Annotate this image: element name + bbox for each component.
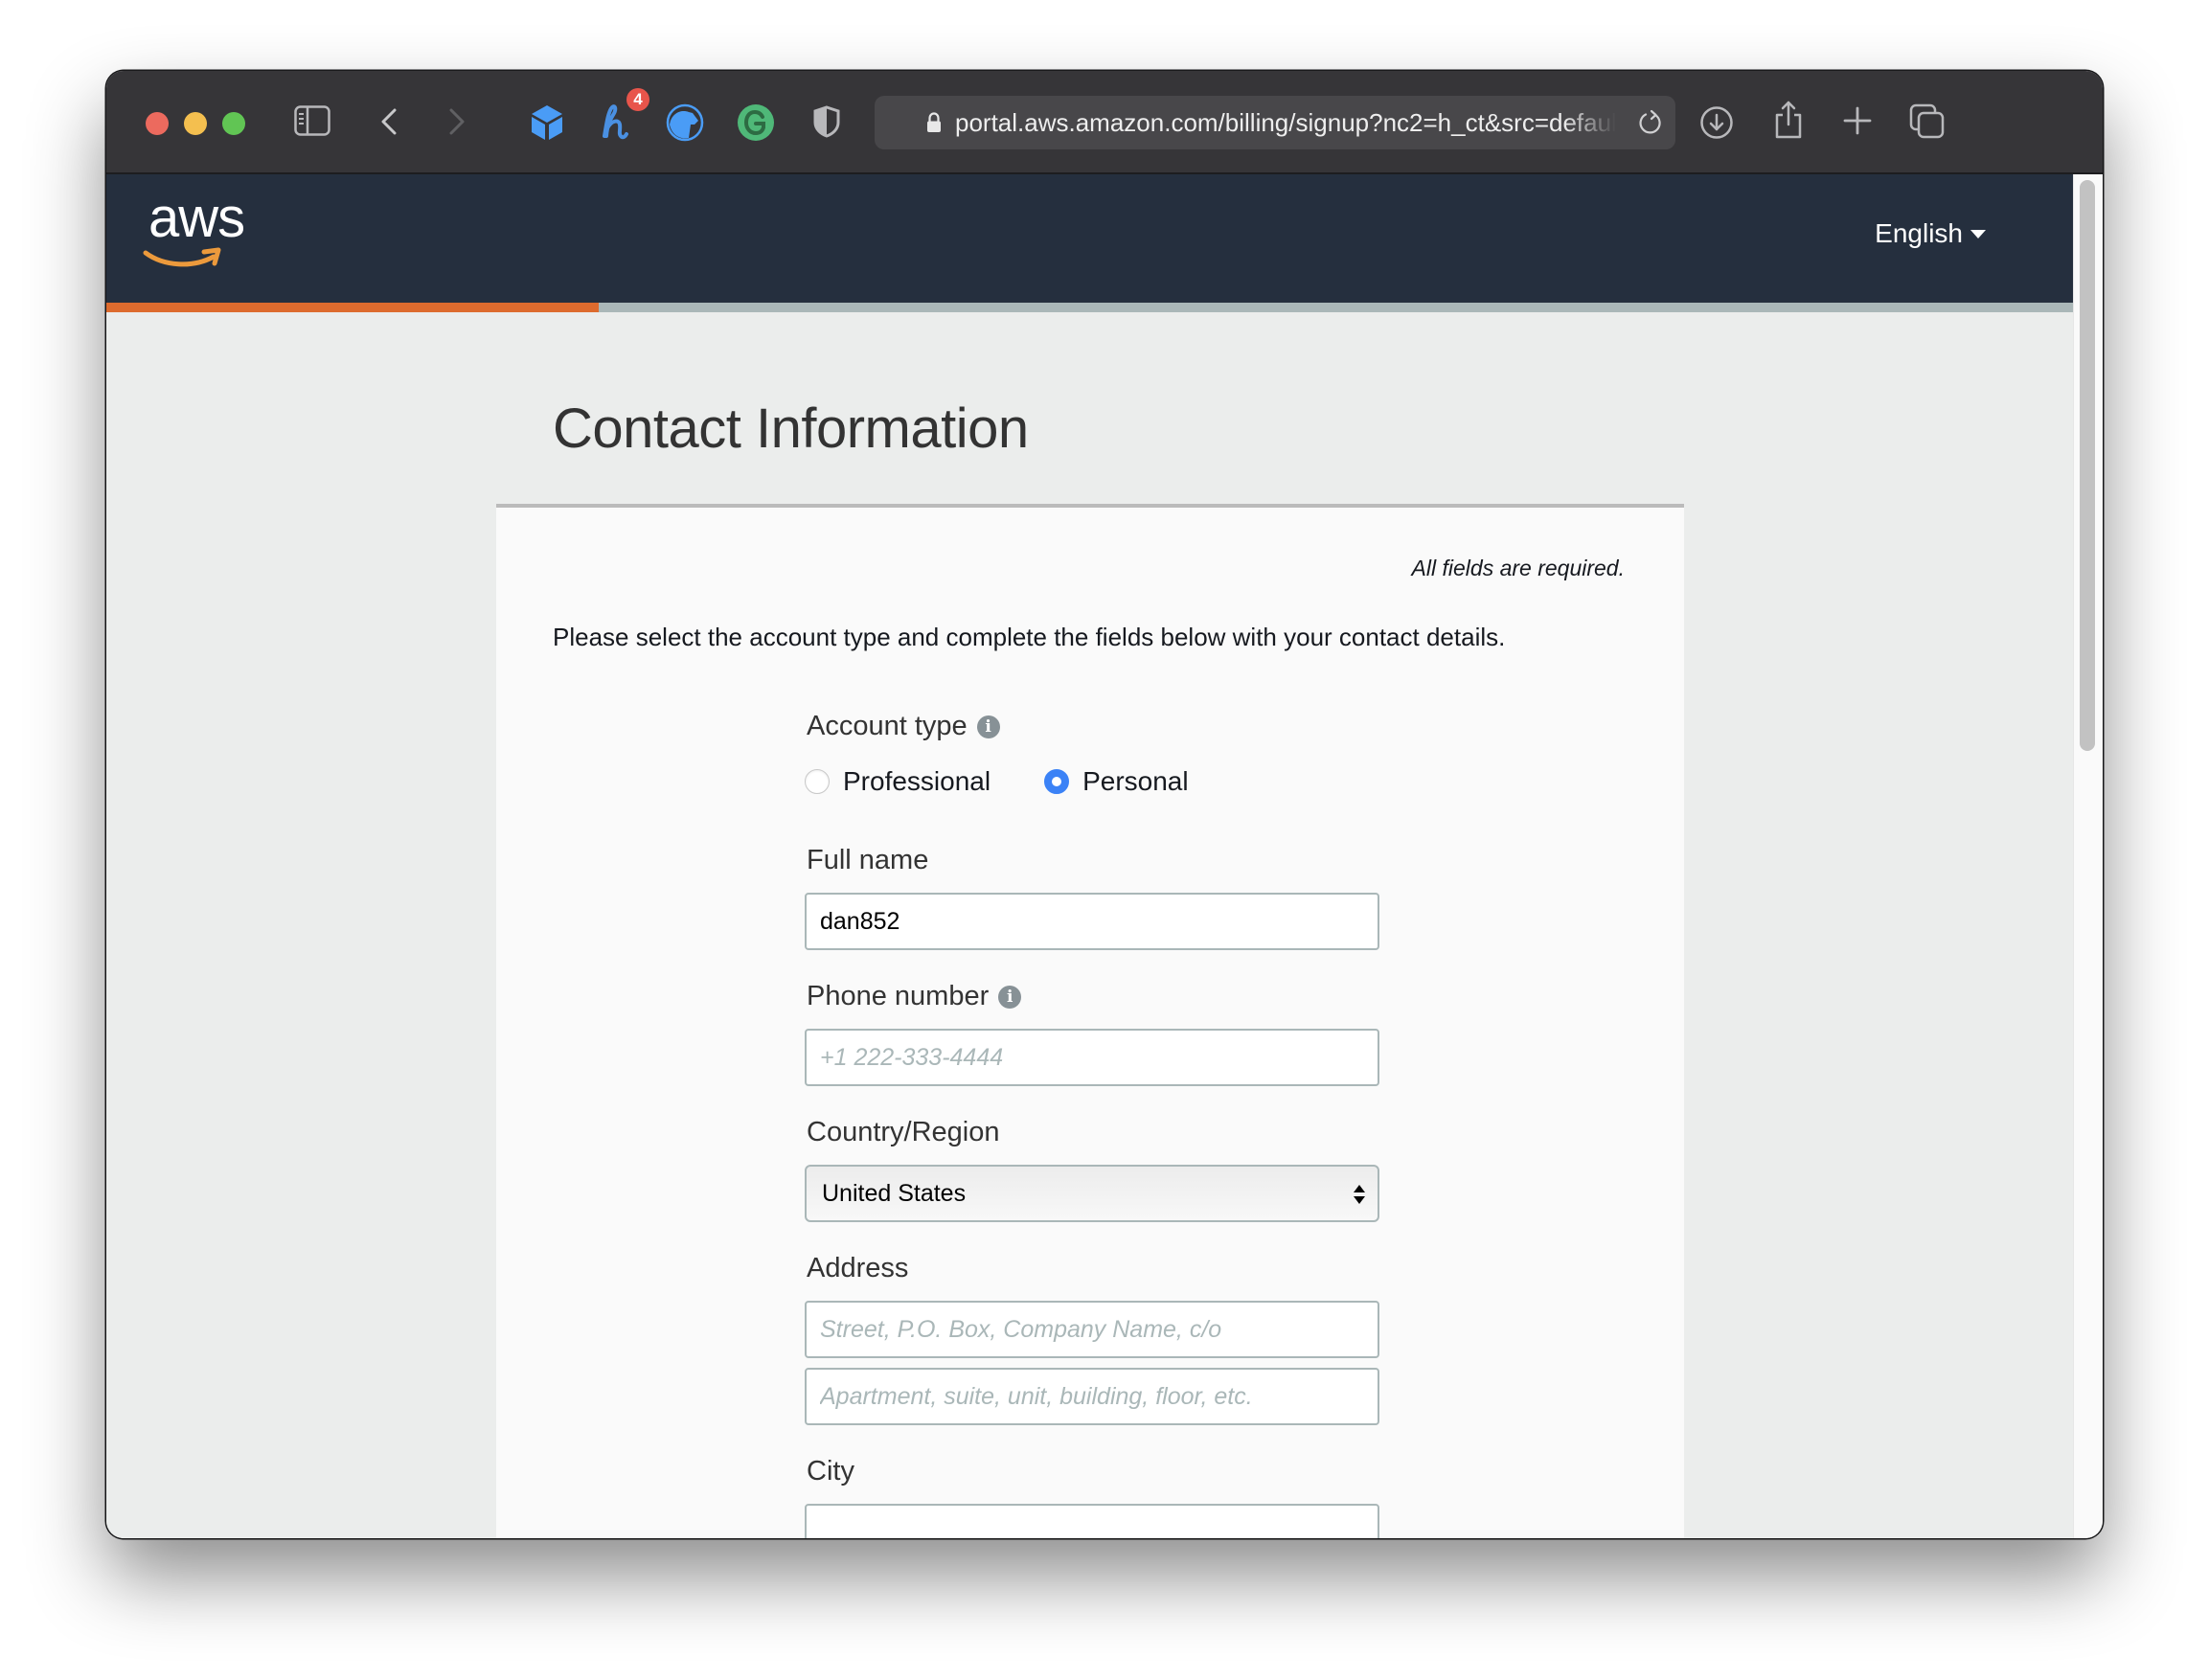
bear-extension-icon[interactable] xyxy=(666,103,704,142)
cube-extension-icon[interactable] xyxy=(528,103,566,142)
language-selector[interactable]: English xyxy=(1875,218,1986,249)
grammarly-extension-icon[interactable] xyxy=(737,103,775,142)
caret-down-icon xyxy=(1970,229,1986,238)
address-line1-input[interactable] xyxy=(805,1301,1379,1358)
full-name-input[interactable] xyxy=(805,893,1379,950)
scrollbar-thumb[interactable] xyxy=(2080,180,2095,751)
forward-icon[interactable] xyxy=(447,107,467,136)
contact-form-card: All fields are required. Please select t… xyxy=(496,504,1684,1538)
aws-smile-logo-icon xyxy=(143,247,221,267)
intro-text: Please select the account type and compl… xyxy=(553,623,1506,651)
radio-professional-label: Professional xyxy=(843,766,991,796)
phone-label-row: Phone number i xyxy=(807,981,1022,1012)
page-scrollbar[interactable] xyxy=(2073,174,2103,1538)
phone-label: Phone number xyxy=(807,981,990,1011)
aws-header: aws English xyxy=(106,174,2074,303)
full-name-label: Full name xyxy=(807,845,929,875)
new-tab-icon[interactable] xyxy=(1842,105,1873,136)
required-note: All fields are required. xyxy=(1411,556,1625,580)
city-label: City xyxy=(807,1456,854,1487)
account-type-radio-group: Professional Personal xyxy=(805,766,1189,797)
account-type-info-icon[interactable]: i xyxy=(976,715,1000,738)
browser-toolbar: 4 portal.aws.amazon.com/billing/signup?n… xyxy=(106,71,2103,174)
tab-overview-icon[interactable] xyxy=(1909,103,1946,140)
language-label: English xyxy=(1875,218,1963,248)
minimize-window-button[interactable] xyxy=(184,112,207,135)
browser-window: 4 portal.aws.amazon.com/billing/signup?n… xyxy=(106,71,2103,1538)
close-window-button[interactable] xyxy=(146,112,169,135)
phone-input[interactable] xyxy=(805,1029,1379,1086)
reload-icon[interactable] xyxy=(1637,109,1664,141)
honey-badge: 4 xyxy=(626,88,649,111)
radio-personal[interactable]: Personal xyxy=(1044,766,1189,797)
signup-progress-fill xyxy=(106,303,599,312)
privacy-shield-icon[interactable] xyxy=(813,105,840,138)
aws-logo[interactable]: aws xyxy=(148,186,245,250)
country-selected-value: United States xyxy=(822,1180,967,1207)
country-label: Country/Region xyxy=(807,1117,1000,1147)
address-line2-input[interactable] xyxy=(805,1368,1379,1425)
url-text: portal.aws.amazon.com/billing/signup?nc2… xyxy=(955,108,1616,137)
lock-icon xyxy=(926,112,942,138)
account-type-label-row: Account type i xyxy=(807,711,1000,742)
country-select[interactable]: United States xyxy=(805,1165,1379,1222)
radio-personal-circle[interactable] xyxy=(1044,769,1070,794)
back-icon[interactable] xyxy=(379,107,399,136)
radio-professional-circle[interactable] xyxy=(805,769,830,794)
phone-info-icon[interactable]: i xyxy=(998,985,1022,1009)
account-type-label: Account type xyxy=(807,711,968,741)
share-icon[interactable] xyxy=(1773,100,1804,140)
signup-progress-bar xyxy=(106,303,2074,312)
sidebar-toggle-icon[interactable] xyxy=(294,105,330,136)
radio-professional[interactable]: Professional xyxy=(805,766,991,797)
select-arrows-icon xyxy=(1354,1185,1365,1204)
address-bar[interactable]: portal.aws.amazon.com/billing/signup?nc2… xyxy=(875,96,1675,149)
page-title: Contact Information xyxy=(553,397,1029,460)
web-page: aws English Contact Information All fiel… xyxy=(106,174,2074,1538)
radio-personal-label: Personal xyxy=(1082,766,1189,796)
address-label: Address xyxy=(807,1253,909,1283)
zoom-window-button[interactable] xyxy=(222,112,245,135)
downloads-icon[interactable] xyxy=(1699,105,1734,140)
city-input[interactable] xyxy=(805,1504,1379,1538)
